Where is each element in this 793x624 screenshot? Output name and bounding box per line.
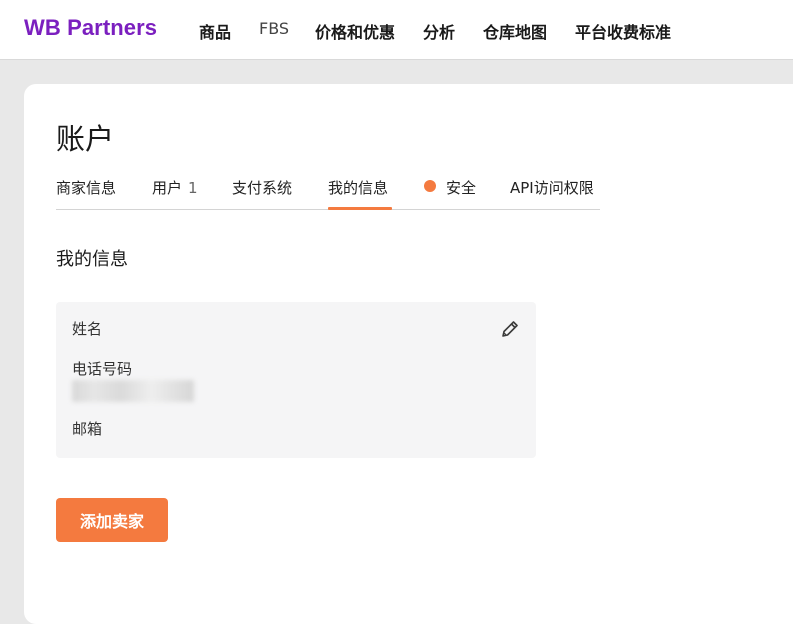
tab-label: 我的信息 — [328, 179, 389, 197]
tab-label: 支付系统 — [232, 179, 293, 197]
name-label: 姓名 — [72, 320, 103, 338]
tab-my-info[interactable]: 我的信息 — [328, 177, 388, 198]
nav-item-fee-standards[interactable]: 平台收费标准 — [575, 19, 671, 43]
page-title: 账户 — [56, 122, 115, 156]
tab-users[interactable]: 用户 1 — [152, 177, 198, 198]
section-title: 我的信息 — [56, 249, 128, 270]
tab-payment-system[interactable]: 支付系统 — [232, 177, 292, 198]
tab-security[interactable]: 安全 — [446, 177, 476, 198]
security-alert-dot — [424, 180, 436, 192]
tab-label: API访问权限 — [510, 179, 594, 197]
brand-logo[interactable]: WB Partners — [24, 15, 157, 41]
email-label: 邮箱 — [72, 420, 103, 438]
tab-api-access[interactable]: API访问权限 — [510, 177, 594, 198]
nav-item-products[interactable]: 商品 — [199, 19, 231, 43]
nav-item-warehouse-map[interactable]: 仓库地图 — [483, 19, 547, 43]
tab-label: 用户 — [152, 179, 183, 197]
tab-seller-info[interactable]: 商家信息 — [56, 177, 116, 198]
tab-label: 商家信息 — [56, 179, 117, 197]
nav-item-analytics[interactable]: 分析 — [423, 19, 455, 43]
phone-label: 电话号码 — [72, 360, 133, 378]
pencil-icon[interactable] — [499, 318, 521, 340]
nav-item-prices-promotions[interactable]: 价格和优惠 — [315, 19, 395, 43]
nav-item-fbs[interactable]: FBS — [259, 19, 289, 38]
add-seller-button[interactable]: 添加卖家 — [56, 498, 168, 542]
top-navbar: WB Partners 商品 FBS 价格和优惠 分析 仓库地图 平台收费标准 — [0, 0, 793, 60]
tab-label: 安全 — [446, 179, 477, 197]
active-tab-indicator — [328, 207, 392, 210]
phone-value-redacted — [72, 380, 194, 402]
users-count-badge: 1 — [188, 179, 198, 197]
